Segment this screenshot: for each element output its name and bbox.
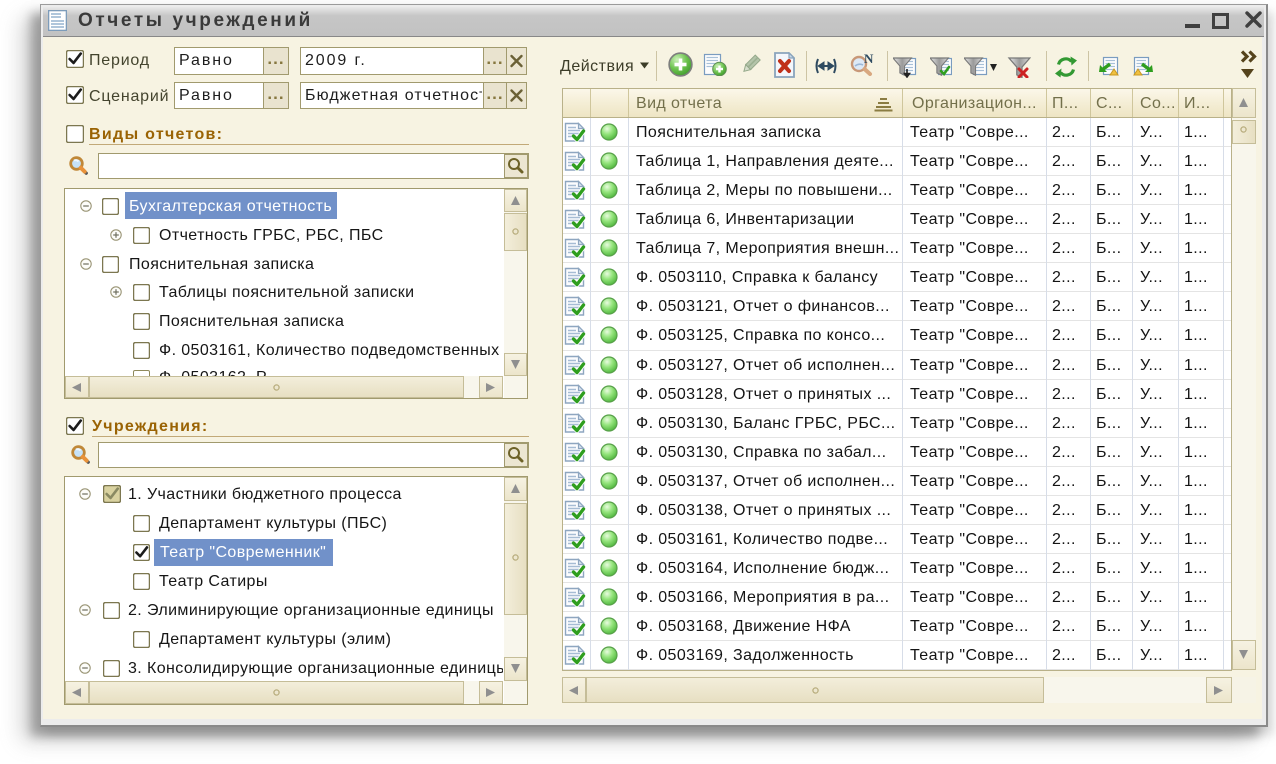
svg-text:N: N (864, 52, 874, 66)
